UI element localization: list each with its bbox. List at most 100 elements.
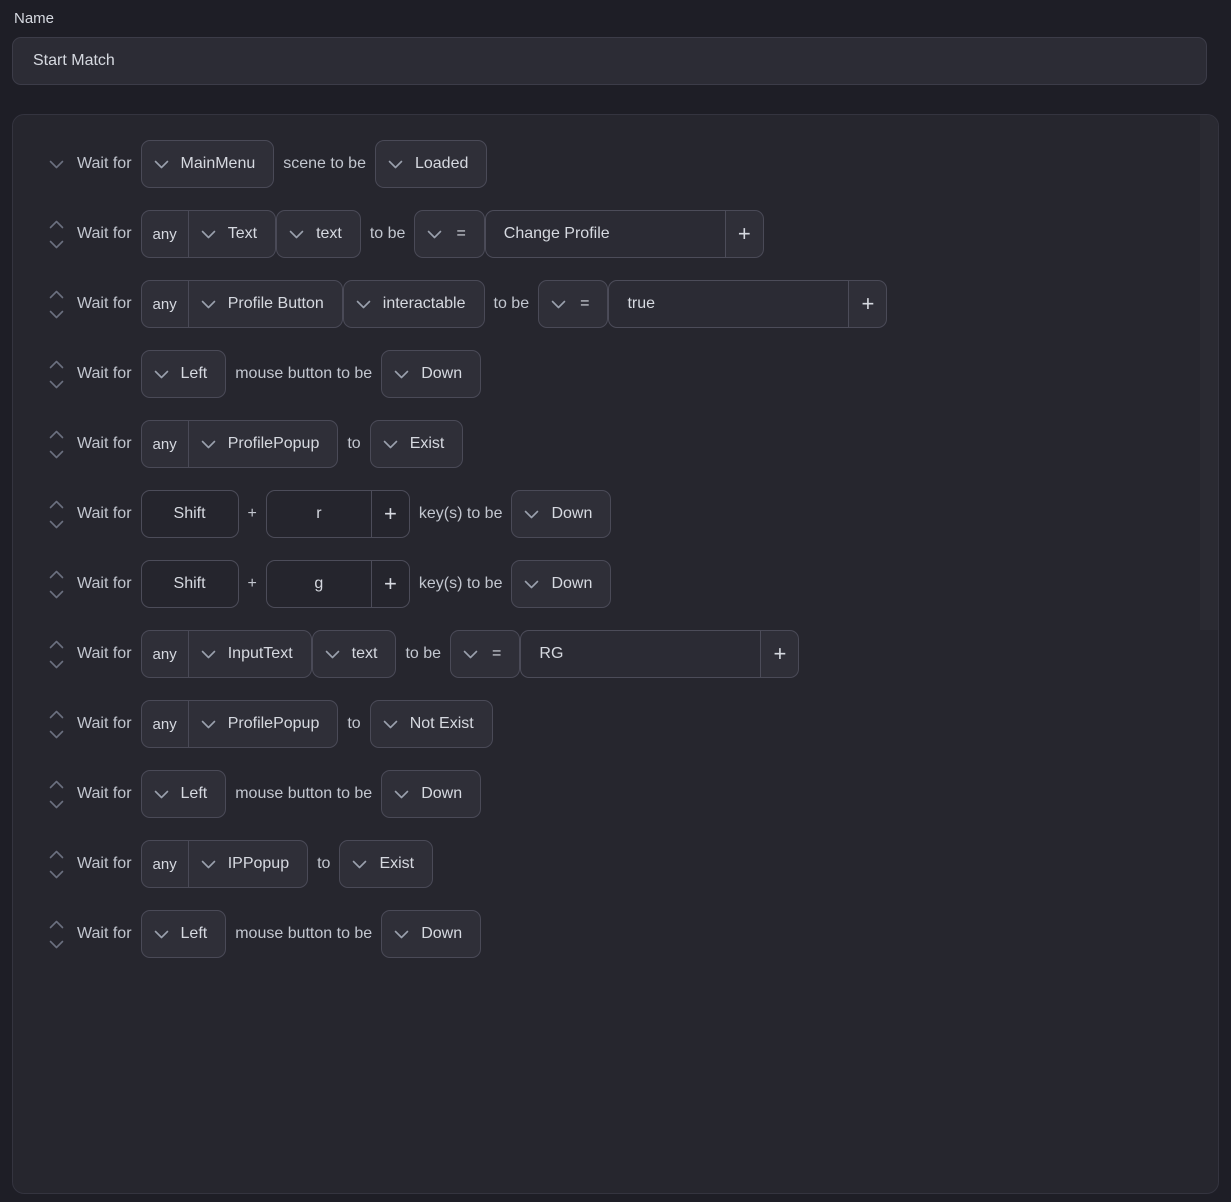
- step-mid-label-0: scene to be: [283, 155, 366, 172]
- scope-chip-4[interactable]: any: [140, 420, 188, 468]
- chevron-down-icon: [356, 300, 371, 309]
- name-block: Name Start Match: [0, 0, 1231, 85]
- step-prefix-label-10: Wait for: [77, 855, 132, 872]
- mouse-button-dropdown-3[interactable]: Left: [140, 350, 227, 398]
- name-input[interactable]: Start Match: [12, 37, 1207, 85]
- target-dropdown-2[interactable]: Profile Button: [187, 280, 343, 328]
- value-input-group-7: RG +: [520, 630, 800, 678]
- modifier-key-input-6[interactable]: Shift: [140, 560, 239, 608]
- target-dropdown-7-value: InputText: [227, 645, 293, 662]
- chevron-up-icon[interactable]: [49, 500, 64, 509]
- mouse-state-dropdown-3[interactable]: Down: [381, 350, 482, 398]
- add-value-button-7[interactable]: +: [761, 630, 800, 678]
- chevron-down-icon[interactable]: [49, 520, 64, 529]
- step-prefix-label-2: Wait for: [77, 295, 132, 312]
- mouse-button-dropdown-9[interactable]: Left: [140, 770, 227, 818]
- existence-state-dropdown-8[interactable]: Not Exist: [369, 700, 493, 748]
- chevron-down-icon[interactable]: [49, 660, 64, 669]
- add-value-button-2[interactable]: +: [849, 280, 888, 328]
- operator-dropdown-1[interactable]: =: [414, 210, 485, 258]
- step-prefix-label-4: Wait for: [77, 435, 132, 452]
- value-input-1[interactable]: Change Profile: [484, 210, 726, 258]
- chevron-down-icon[interactable]: [49, 590, 64, 599]
- chevron-up-icon[interactable]: [49, 850, 64, 859]
- mouse-button-dropdown-9-value: Left: [180, 785, 208, 802]
- reorder-handle-0: [43, 160, 69, 169]
- chevron-up-icon[interactable]: [49, 780, 64, 789]
- operator-dropdown-7[interactable]: =: [450, 630, 521, 678]
- add-value-button-1[interactable]: +: [725, 210, 764, 258]
- add-key-button-6[interactable]: +: [371, 560, 410, 608]
- reorder-handle-10: [43, 850, 69, 879]
- existence-state-dropdown-4[interactable]: Exist: [369, 420, 464, 468]
- target-dropdown-10[interactable]: IPPopup: [187, 840, 309, 888]
- reorder-handle-11: [43, 920, 69, 949]
- operator-dropdown-7-value: =: [492, 645, 502, 662]
- chevron-down-icon: [201, 230, 216, 239]
- chevron-down-icon[interactable]: [49, 240, 64, 249]
- chevron-up-icon[interactable]: [49, 360, 64, 369]
- scope-chip-10[interactable]: any: [140, 840, 188, 888]
- scene-dropdown-0[interactable]: MainMenu: [140, 140, 275, 188]
- mouse-state-dropdown-9-value: Down: [421, 785, 463, 802]
- chevron-up-icon[interactable]: [49, 920, 64, 929]
- chevron-down-icon[interactable]: [49, 940, 64, 949]
- target-dropdown-7[interactable]: InputText: [187, 630, 312, 678]
- chevron-down-icon[interactable]: [49, 310, 64, 319]
- chevron-down-icon: [427, 230, 442, 239]
- scope-chip-2[interactable]: any: [140, 280, 188, 328]
- add-key-button-5[interactable]: +: [371, 490, 410, 538]
- key-input-5[interactable]: r: [265, 490, 372, 538]
- chevron-up-icon[interactable]: [49, 710, 64, 719]
- chevron-up-icon[interactable]: [49, 430, 64, 439]
- step-row: Wait for Left mouse button to be Down: [13, 339, 1218, 409]
- value-input-7[interactable]: RG: [520, 630, 762, 678]
- chevron-up-icon[interactable]: [49, 640, 64, 649]
- chevron-down-icon[interactable]: [49, 160, 64, 169]
- chevron-down-icon[interactable]: [49, 730, 64, 739]
- step-mid-label-6: key(s) to be: [418, 575, 503, 592]
- value-input-2[interactable]: true: [608, 280, 850, 328]
- modifier-key-input-5[interactable]: Shift: [140, 490, 239, 538]
- mouse-state-dropdown-9[interactable]: Down: [381, 770, 482, 818]
- scrollbar-thumb[interactable]: [1200, 115, 1218, 630]
- target-dropdown-8[interactable]: ProfilePopup: [187, 700, 339, 748]
- chevron-down-icon: [394, 790, 409, 799]
- mouse-button-dropdown-11[interactable]: Left: [140, 910, 227, 958]
- scope-chip-7[interactable]: any: [140, 630, 188, 678]
- target-selector-8: any ProfilePopup: [140, 700, 339, 748]
- reorder-handle-6: [43, 570, 69, 599]
- scene-state-dropdown-0[interactable]: Loaded: [374, 140, 488, 188]
- chevron-down-icon[interactable]: [49, 870, 64, 879]
- step-row: Wait for Left mouse button to be Down: [13, 899, 1218, 969]
- chevron-up-icon[interactable]: [49, 220, 64, 229]
- target-dropdown-4[interactable]: ProfilePopup: [187, 420, 339, 468]
- mouse-state-dropdown-11[interactable]: Down: [381, 910, 482, 958]
- key-state-dropdown-6[interactable]: Down: [511, 560, 612, 608]
- existence-state-dropdown-10[interactable]: Exist: [339, 840, 434, 888]
- step-mid-label-3: mouse button to be: [235, 365, 373, 382]
- operator-dropdown-2[interactable]: =: [538, 280, 609, 328]
- chevron-down-icon[interactable]: [49, 800, 64, 809]
- property-dropdown-2[interactable]: interactable: [342, 280, 485, 328]
- chevron-down-icon: [383, 440, 398, 449]
- chevron-down-icon: [154, 370, 169, 379]
- panel-scrollbar[interactable]: [1200, 115, 1218, 1193]
- key-joiner-label-5: +: [247, 505, 257, 522]
- key-state-dropdown-6-value: Down: [551, 575, 593, 592]
- key-state-dropdown-5[interactable]: Down: [511, 490, 612, 538]
- key-input-6[interactable]: g: [265, 560, 372, 608]
- chevron-down-icon[interactable]: [49, 380, 64, 389]
- scope-chip-1[interactable]: any: [140, 210, 188, 258]
- chevron-down-icon[interactable]: [49, 450, 64, 459]
- target-dropdown-1[interactable]: Text: [187, 210, 277, 258]
- mouse-button-dropdown-3-value: Left: [180, 365, 208, 382]
- property-dropdown-1[interactable]: text: [276, 210, 361, 258]
- chevron-down-icon: [201, 860, 216, 869]
- chevron-up-icon[interactable]: [49, 570, 64, 579]
- target-dropdown-2-value: Profile Button: [227, 295, 324, 312]
- chevron-up-icon[interactable]: [49, 290, 64, 299]
- property-dropdown-7[interactable]: text: [311, 630, 397, 678]
- existence-state-dropdown-8-value: Not Exist: [409, 715, 474, 732]
- scope-chip-8[interactable]: any: [140, 700, 188, 748]
